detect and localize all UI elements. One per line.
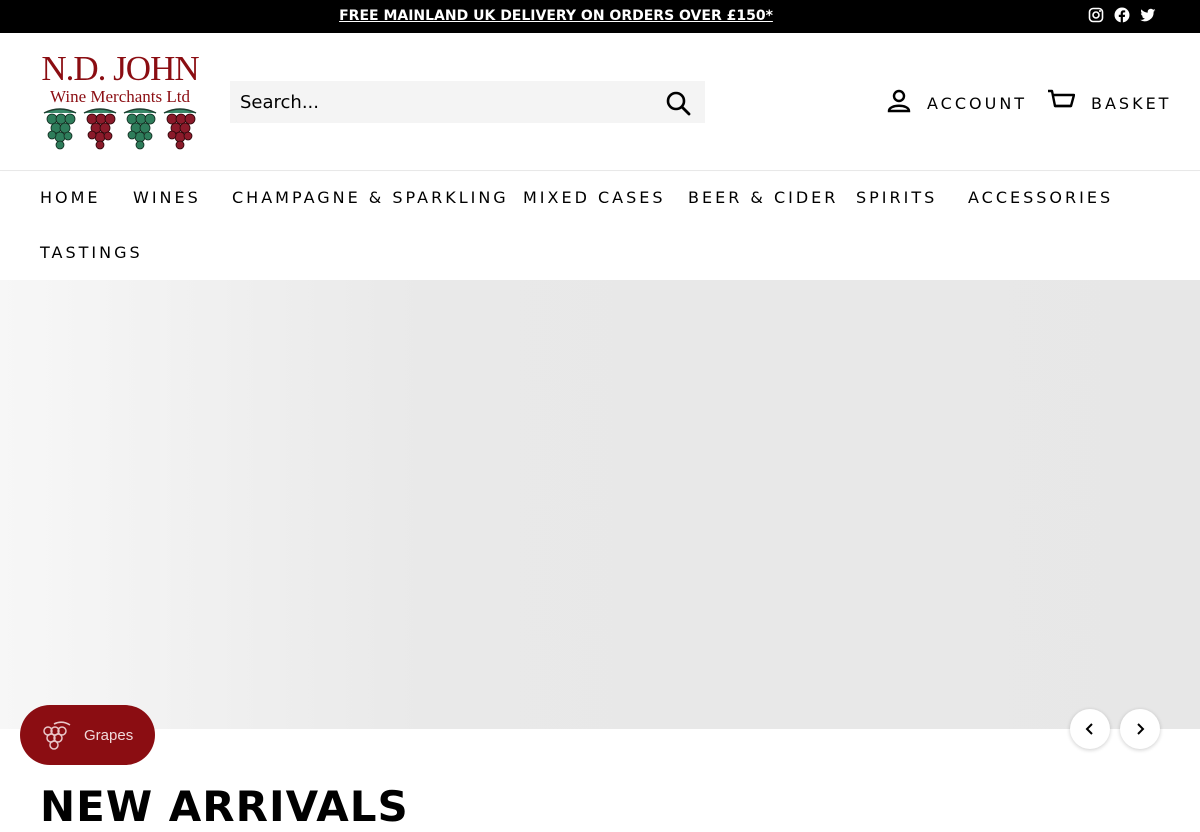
site-header: N.D. JOHN Wine Merchants Ltd Search... A… bbox=[0, 33, 1200, 171]
section-title: NEW ARRIVALS bbox=[40, 782, 409, 831]
search-icon[interactable] bbox=[665, 90, 691, 116]
nav-item-mixed-cases[interactable]: MIXED CASES bbox=[523, 188, 666, 207]
main-nav: HOME WINES CHAMPAGNE & SPARKLING MIXED C… bbox=[0, 172, 1200, 280]
nav-item-champagne-sparkling[interactable]: CHAMPAGNE & SPARKLING bbox=[232, 188, 509, 207]
nav-item-spirits[interactable]: SPIRITS bbox=[856, 188, 937, 207]
facebook-icon[interactable] bbox=[1114, 7, 1130, 23]
logo-title: N.D. JOHN bbox=[41, 49, 199, 88]
announcement-link[interactable]: FREE MAINLAND UK DELIVERY ON ORDERS OVER… bbox=[0, 0, 1112, 33]
grapes-icon bbox=[43, 721, 71, 750]
twitter-icon[interactable] bbox=[1140, 7, 1156, 23]
announcement-bar: FREE MAINLAND UK DELIVERY ON ORDERS OVER… bbox=[0, 0, 1200, 33]
nav-item-accessories[interactable]: ACCESSORIES bbox=[968, 188, 1113, 207]
site-logo[interactable]: N.D. JOHN Wine Merchants Ltd bbox=[40, 51, 200, 151]
slide-prev-button[interactable] bbox=[1070, 709, 1110, 749]
social-links bbox=[1088, 7, 1156, 23]
search-bar bbox=[230, 81, 705, 123]
chevron-left-icon bbox=[1085, 723, 1093, 735]
search-input[interactable] bbox=[230, 81, 650, 123]
nav-item-tastings[interactable]: TASTINGS bbox=[40, 243, 143, 262]
account-label: ACCOUNT bbox=[927, 93, 1028, 113]
basket-link[interactable]: BASKET bbox=[1047, 89, 1171, 117]
account-icon bbox=[887, 89, 911, 117]
nav-item-beer-cider[interactable]: BEER & CIDER bbox=[688, 188, 838, 207]
account-link[interactable]: ACCOUNT bbox=[887, 89, 1028, 117]
nav-item-home[interactable]: HOME bbox=[40, 188, 101, 207]
hero-slideshow[interactable] bbox=[0, 280, 1200, 729]
rewards-launcher-button[interactable]: Grapes bbox=[20, 705, 155, 765]
logo-subtitle: Wine Merchants Ltd bbox=[50, 87, 190, 106]
basket-icon bbox=[1047, 88, 1076, 118]
slide-next-button[interactable] bbox=[1120, 709, 1160, 749]
nav-item-wines[interactable]: WINES bbox=[133, 188, 201, 207]
rewards-label: Grapes bbox=[84, 726, 134, 744]
basket-label: BASKET bbox=[1091, 93, 1172, 113]
chevron-right-icon bbox=[1137, 723, 1145, 735]
instagram-icon[interactable] bbox=[1088, 7, 1104, 23]
grapes-logo-icon bbox=[43, 108, 197, 150]
